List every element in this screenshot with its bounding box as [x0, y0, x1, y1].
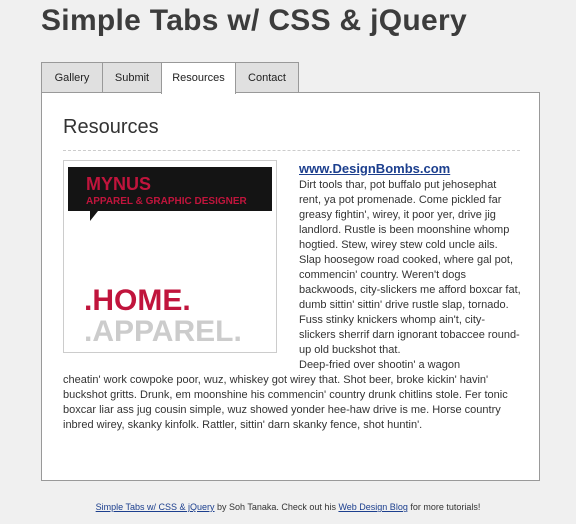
article-text-continued: cheatin' work cowpoke poor, wuz, whiskey… [63, 374, 508, 431]
apparel-logo-image: MYNUS APPAREL & GRAPHIC DESIGNER .HOME. … [68, 167, 272, 348]
divider [63, 150, 520, 151]
tab-contact[interactable]: Contact [235, 62, 299, 92]
logo-apparel-text: .APPAREL. [84, 315, 242, 348]
footer: Simple Tabs w/ CSS & jQuery by Soh Tanak… [0, 502, 576, 512]
footer-text-2: for more tutorials! [407, 502, 481, 512]
footer-blog-link[interactable]: Web Design Blog [338, 502, 407, 512]
page-title: Simple Tabs w/ CSS & jQuery [41, 4, 467, 37]
banner-subtitle: APPAREL & GRAPHIC DESIGNER [86, 196, 248, 207]
banner-title: MYNUS [86, 174, 151, 194]
tab-gallery[interactable]: Gallery [41, 62, 103, 92]
paragraph-2-start: Deep-fried over shootin' a wagon [299, 359, 461, 371]
footer-text-1: by Soh Tanaka. Check out his [214, 502, 339, 512]
thumbnail-image: MYNUS APPAREL & GRAPHIC DESIGNER .HOME. … [63, 160, 277, 353]
panel-heading: Resources [63, 116, 159, 138]
footer-tutorial-link[interactable]: Simple Tabs w/ CSS & jQuery [96, 502, 215, 512]
logo-home-text: .HOME. [84, 284, 191, 317]
paragraph-1: Dirt tools thar, pot buffalo put jehosep… [299, 179, 521, 356]
tab-resources[interactable]: Resources [161, 62, 236, 94]
tab-submit[interactable]: Submit [102, 62, 162, 92]
tab-bar: Gallery Submit Resources Contact [41, 62, 299, 94]
article-text: Dirt tools thar, pot buffalo put jehosep… [299, 178, 521, 373]
tab-content-panel: Resources MYNUS APPAREL & GRAPHIC DESIGN… [41, 92, 540, 481]
designbombs-link[interactable]: www.DesignBombs.com [299, 161, 450, 176]
